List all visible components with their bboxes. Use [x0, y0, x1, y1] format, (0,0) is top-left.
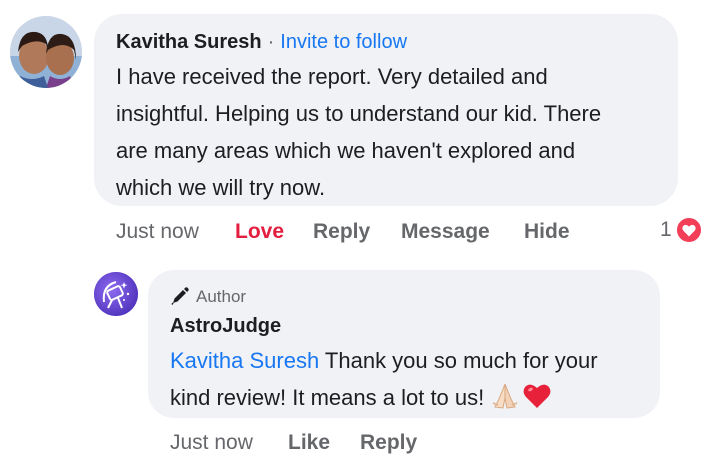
reply-text: Kavitha Suresh Thank you so much for you…: [170, 342, 650, 422]
reply-button[interactable]: Reply: [313, 219, 370, 245]
author-badge: Author: [170, 286, 246, 308]
reply-text-part: Thank you so much for your: [319, 348, 598, 373]
reaction-summary[interactable]: 1: [660, 216, 703, 245]
red-heart-emoji: [522, 381, 552, 422]
reply-bubble: Author AstroJudge Kavitha Suresh Thank y…: [148, 270, 660, 418]
comment-text-line: are many areas which we haven't explored…: [116, 138, 576, 163]
heart-icon: [674, 216, 703, 245]
love-reaction-button[interactable]: Love: [235, 219, 284, 245]
commenter-avatar[interactable]: [10, 16, 82, 88]
comment-text: I have received the report. Very detaile…: [116, 58, 666, 206]
reply-to-reply-button[interactable]: Reply: [360, 430, 417, 456]
comment-timestamp[interactable]: Just now: [116, 219, 199, 245]
reply-author-name[interactable]: AstroJudge: [170, 314, 281, 338]
reaction-count: 1: [660, 218, 672, 242]
comment-text-line: which we will try now.: [116, 175, 326, 200]
like-button[interactable]: Like: [288, 430, 330, 456]
separator-dot: ·: [267, 31, 275, 53]
astrojudge-avatar[interactable]: [94, 272, 138, 316]
message-button[interactable]: Message: [401, 219, 490, 245]
comment-bubble: Kavitha Suresh · Invite to follow I have r…: [94, 14, 678, 206]
reply-timestamp[interactable]: Just now: [170, 430, 253, 456]
author-badge-label: Author: [196, 287, 247, 306]
reply-text-part: kind review! It means a lot to us!: [170, 385, 491, 410]
invite-to-follow-link[interactable]: Invite to follow: [280, 31, 407, 53]
comment-text-line: insightful. Helping us to understand our…: [116, 101, 602, 126]
pen-icon: [171, 287, 189, 305]
folded-hands-emoji: [490, 381, 520, 422]
mention-link[interactable]: Kavitha Suresh: [170, 348, 319, 373]
comment-author-name[interactable]: Kavitha Suresh: [116, 31, 262, 53]
comment-text-line: I have received the report. Very detaile…: [116, 64, 548, 89]
hide-button[interactable]: Hide: [524, 219, 570, 245]
comment-header: Kavitha Suresh · Invite to follow: [116, 30, 407, 54]
